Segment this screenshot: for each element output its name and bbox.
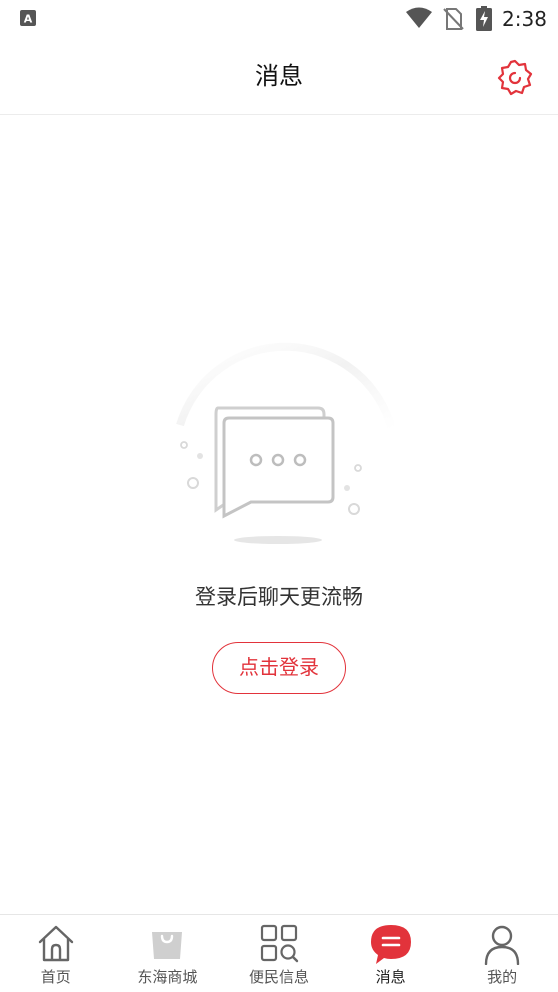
- nav-label: 便民信息: [248, 968, 309, 986]
- user-icon: [484, 925, 520, 965]
- status-time: 2:38: [502, 7, 547, 31]
- nav-label: 消息: [375, 968, 406, 986]
- no-sim-icon: [443, 8, 464, 30]
- status-bar: A 2:38: [0, 0, 558, 38]
- nav-item-profile[interactable]: 我的: [446, 915, 558, 992]
- nav-item-home[interactable]: 首页: [0, 915, 112, 992]
- grid-search-icon: [260, 924, 299, 963]
- wifi-icon: [406, 7, 432, 28]
- nav-item-messages[interactable]: 消息: [335, 915, 447, 992]
- home-icon: [38, 925, 73, 962]
- settings-gear-icon[interactable]: [495, 58, 535, 98]
- message-bubble-icon: [370, 925, 411, 964]
- nav-label: 首页: [40, 968, 71, 986]
- nav-item-services[interactable]: 便民信息: [223, 915, 335, 992]
- chat-bubbles-icon: [176, 342, 396, 544]
- shopping-bag-icon: [152, 932, 183, 959]
- nav-label: 东海商城: [137, 968, 198, 986]
- nav-item-shop[interactable]: 东海商城: [112, 915, 224, 992]
- page-title: 消息: [255, 62, 303, 90]
- empty-state-message: 登录后聊天更流畅: [195, 585, 363, 609]
- battery-charging-icon: [476, 6, 492, 31]
- header: 消息: [0, 38, 558, 115]
- svg-text:A: A: [24, 13, 33, 26]
- nav-label: 我的: [487, 968, 518, 986]
- bottom-nav: 首页 东海商城 便民信息 消息 我的: [0, 914, 558, 992]
- input-method-icon: A: [20, 10, 36, 26]
- login-button[interactable]: 点击登录: [212, 642, 346, 694]
